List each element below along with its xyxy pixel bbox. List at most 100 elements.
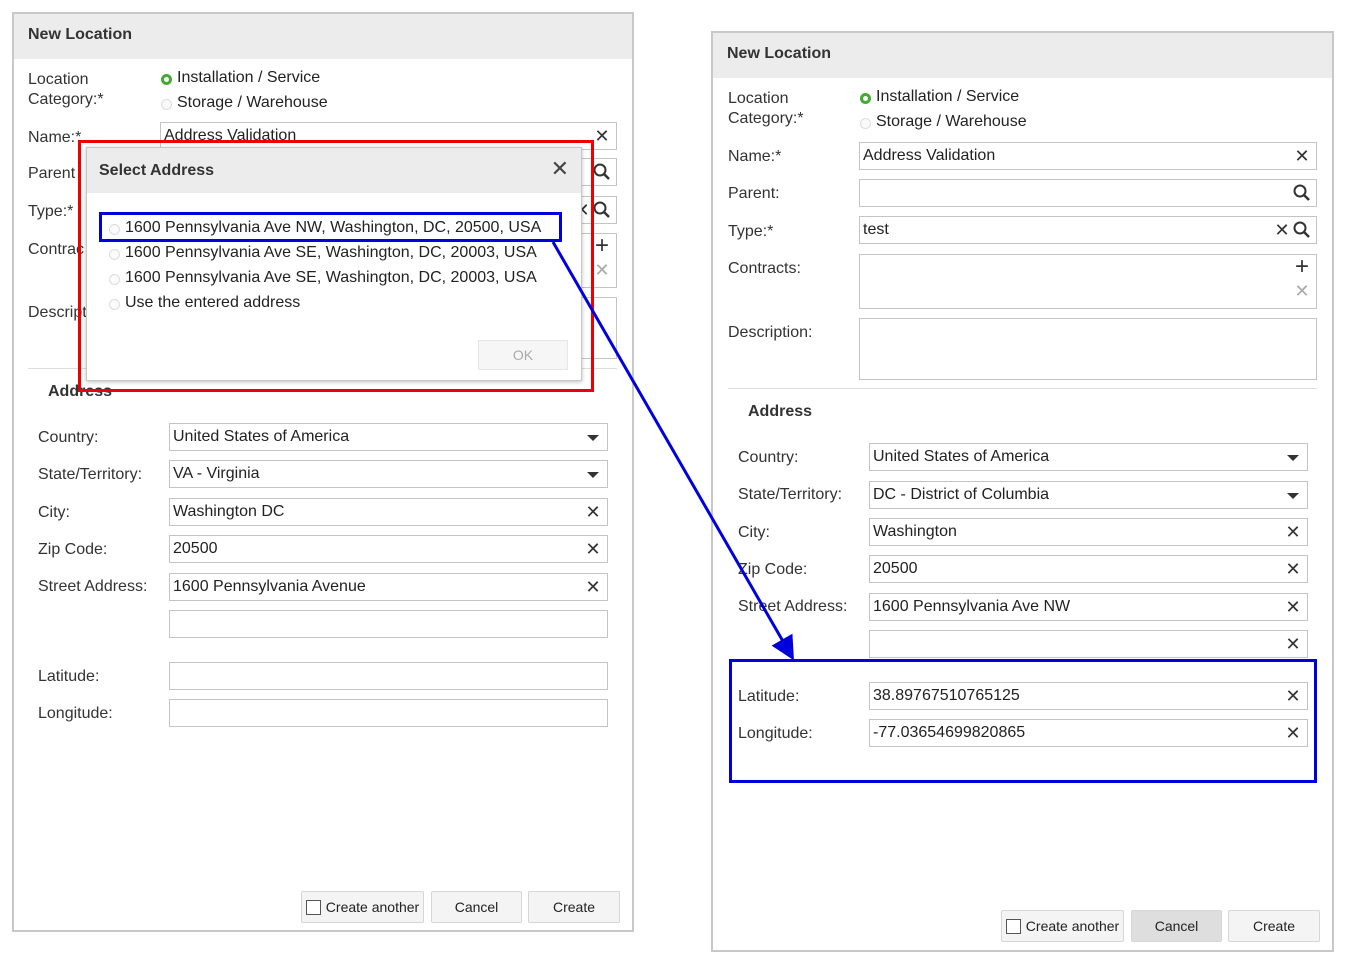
state-select[interactable]: DC - District of Columbia	[869, 481, 1308, 509]
add-icon[interactable]: +	[1292, 255, 1312, 279]
country-select[interactable]: United States of America	[869, 443, 1308, 471]
radio-selected-icon[interactable]	[161, 74, 172, 85]
radio-selected-icon[interactable]	[860, 93, 871, 104]
checkbox-icon[interactable]	[1005, 919, 1021, 934]
state-label: State/Territory:	[38, 466, 143, 483]
search-icon[interactable]	[592, 200, 612, 220]
dialog-title: New Location	[713, 33, 1332, 78]
cancel-button[interactable]: Cancel	[1131, 910, 1222, 942]
street-value: 1600 Pennsylvania Avenue	[173, 578, 366, 595]
city-input[interactable]: Washington ✕	[869, 518, 1308, 546]
zip-value: 20500	[173, 540, 218, 557]
latitude-input[interactable]	[169, 662, 608, 690]
clear-icon[interactable]: ✕	[1283, 634, 1303, 654]
street-value: 1600 Pennsylvania Ave NW	[873, 598, 1071, 615]
state-value: VA - Virginia	[173, 465, 260, 482]
create-button[interactable]: Create	[528, 891, 620, 923]
label-line: Location	[728, 90, 789, 107]
city-value: Washington	[873, 523, 957, 540]
checkbox-label: Create another	[325, 899, 420, 915]
name-value: Address Validation	[863, 147, 996, 164]
contracts-label: Contracts:	[728, 260, 801, 277]
contracts-list[interactable]: + ✕	[859, 254, 1317, 309]
chevron-down-icon[interactable]	[587, 435, 599, 441]
checkbox-label: Create another	[1025, 918, 1120, 934]
create-another-checkbox[interactable]: Create another	[1001, 910, 1124, 942]
street-input[interactable]: 1600 Pennsylvania Avenue ✕	[169, 573, 608, 601]
radio-unselected-icon[interactable]	[860, 118, 871, 129]
add-icon[interactable]: +	[592, 234, 612, 258]
radio-installation-service[interactable]: Installation / Service	[161, 68, 320, 88]
clear-icon[interactable]: ✕	[1283, 559, 1303, 579]
parent-label: Parent:	[728, 185, 780, 202]
parent-label: Parent	[28, 165, 76, 182]
clear-icon[interactable]: ✕	[583, 577, 603, 597]
create-button[interactable]: Create	[1228, 910, 1320, 942]
clear-icon[interactable]: ✕	[1272, 220, 1292, 240]
zip-input[interactable]: 20500 ✕	[169, 535, 608, 563]
state-label: State/Territory:	[738, 486, 843, 503]
type-label: Type:*	[728, 223, 774, 240]
type-value: test	[863, 221, 889, 238]
state-select[interactable]: VA - Virginia	[169, 460, 608, 488]
radio-unselected-icon[interactable]	[161, 99, 172, 110]
radio-installation-service[interactable]: Installation / Service	[860, 87, 1019, 107]
clear-icon[interactable]: ✕	[592, 126, 612, 146]
divider	[728, 388, 1317, 389]
type-input[interactable]: test ✕	[859, 216, 1317, 244]
annotation-red-box	[78, 140, 594, 392]
search-icon[interactable]	[1292, 183, 1312, 203]
latitude-label: Latitude:	[38, 668, 100, 685]
description-textarea[interactable]	[859, 318, 1317, 380]
chevron-down-icon[interactable]	[587, 472, 599, 478]
contracts-label: Contrac	[28, 241, 85, 258]
zip-input[interactable]: 20500 ✕	[869, 555, 1308, 583]
zip-value: 20500	[873, 560, 918, 577]
search-icon[interactable]	[1292, 220, 1312, 240]
street2-input[interactable]: ✕	[869, 630, 1308, 658]
radio-label: Storage / Warehouse	[177, 94, 328, 111]
description-label: Description:	[728, 324, 813, 341]
clear-icon[interactable]: ✕	[1292, 146, 1312, 166]
country-label: Country:	[38, 429, 99, 446]
country-value: United States of America	[173, 428, 350, 445]
chevron-down-icon[interactable]	[1287, 493, 1299, 499]
cancel-button[interactable]: Cancel	[431, 891, 522, 923]
new-location-dialog-after: New Location Location Category:* Install…	[711, 31, 1334, 952]
location-category-label: Location Category:*	[728, 89, 804, 129]
radio-storage-warehouse[interactable]: Storage / Warehouse	[860, 112, 1027, 132]
street2-input[interactable]	[169, 610, 608, 638]
longitude-label: Longitude:	[38, 705, 113, 722]
label-line: Category:*	[28, 91, 104, 108]
street-label: Street Address:	[738, 598, 848, 615]
checkbox-icon[interactable]	[305, 900, 321, 915]
type-label: Type:*	[28, 203, 74, 220]
clear-icon[interactable]: ✕	[583, 502, 603, 522]
chevron-down-icon[interactable]	[1287, 455, 1299, 461]
search-icon[interactable]	[592, 162, 612, 182]
annotation-blue-box-option	[99, 212, 562, 242]
street-label: Street Address:	[38, 578, 148, 595]
annotation-blue-box-coordinates	[729, 659, 1317, 783]
address-section-title: Address	[748, 403, 813, 420]
zip-label: Zip Code:	[738, 561, 808, 578]
name-input[interactable]: Address Validation ✕	[859, 142, 1317, 170]
clear-icon[interactable]: ✕	[1283, 597, 1303, 617]
radio-storage-warehouse[interactable]: Storage / Warehouse	[161, 93, 328, 113]
remove-icon[interactable]: ✕	[592, 260, 612, 280]
city-input[interactable]: Washington DC ✕	[169, 498, 608, 526]
clear-icon[interactable]: ✕	[1283, 522, 1303, 542]
clear-icon[interactable]: ✕	[583, 539, 603, 559]
street-input[interactable]: 1600 Pennsylvania Ave NW ✕	[869, 593, 1308, 621]
longitude-input[interactable]	[169, 699, 608, 727]
city-label: City:	[738, 524, 770, 541]
country-select[interactable]: United States of America	[169, 423, 608, 451]
create-another-checkbox[interactable]: Create another	[301, 891, 424, 923]
country-value: United States of America	[873, 448, 1050, 465]
name-label: Name:*	[728, 148, 782, 165]
zip-label: Zip Code:	[38, 541, 108, 558]
parent-input[interactable]	[859, 179, 1317, 207]
remove-icon[interactable]: ✕	[1292, 281, 1312, 301]
location-category-label: Location Category:*	[28, 70, 104, 110]
country-label: Country:	[738, 449, 799, 466]
